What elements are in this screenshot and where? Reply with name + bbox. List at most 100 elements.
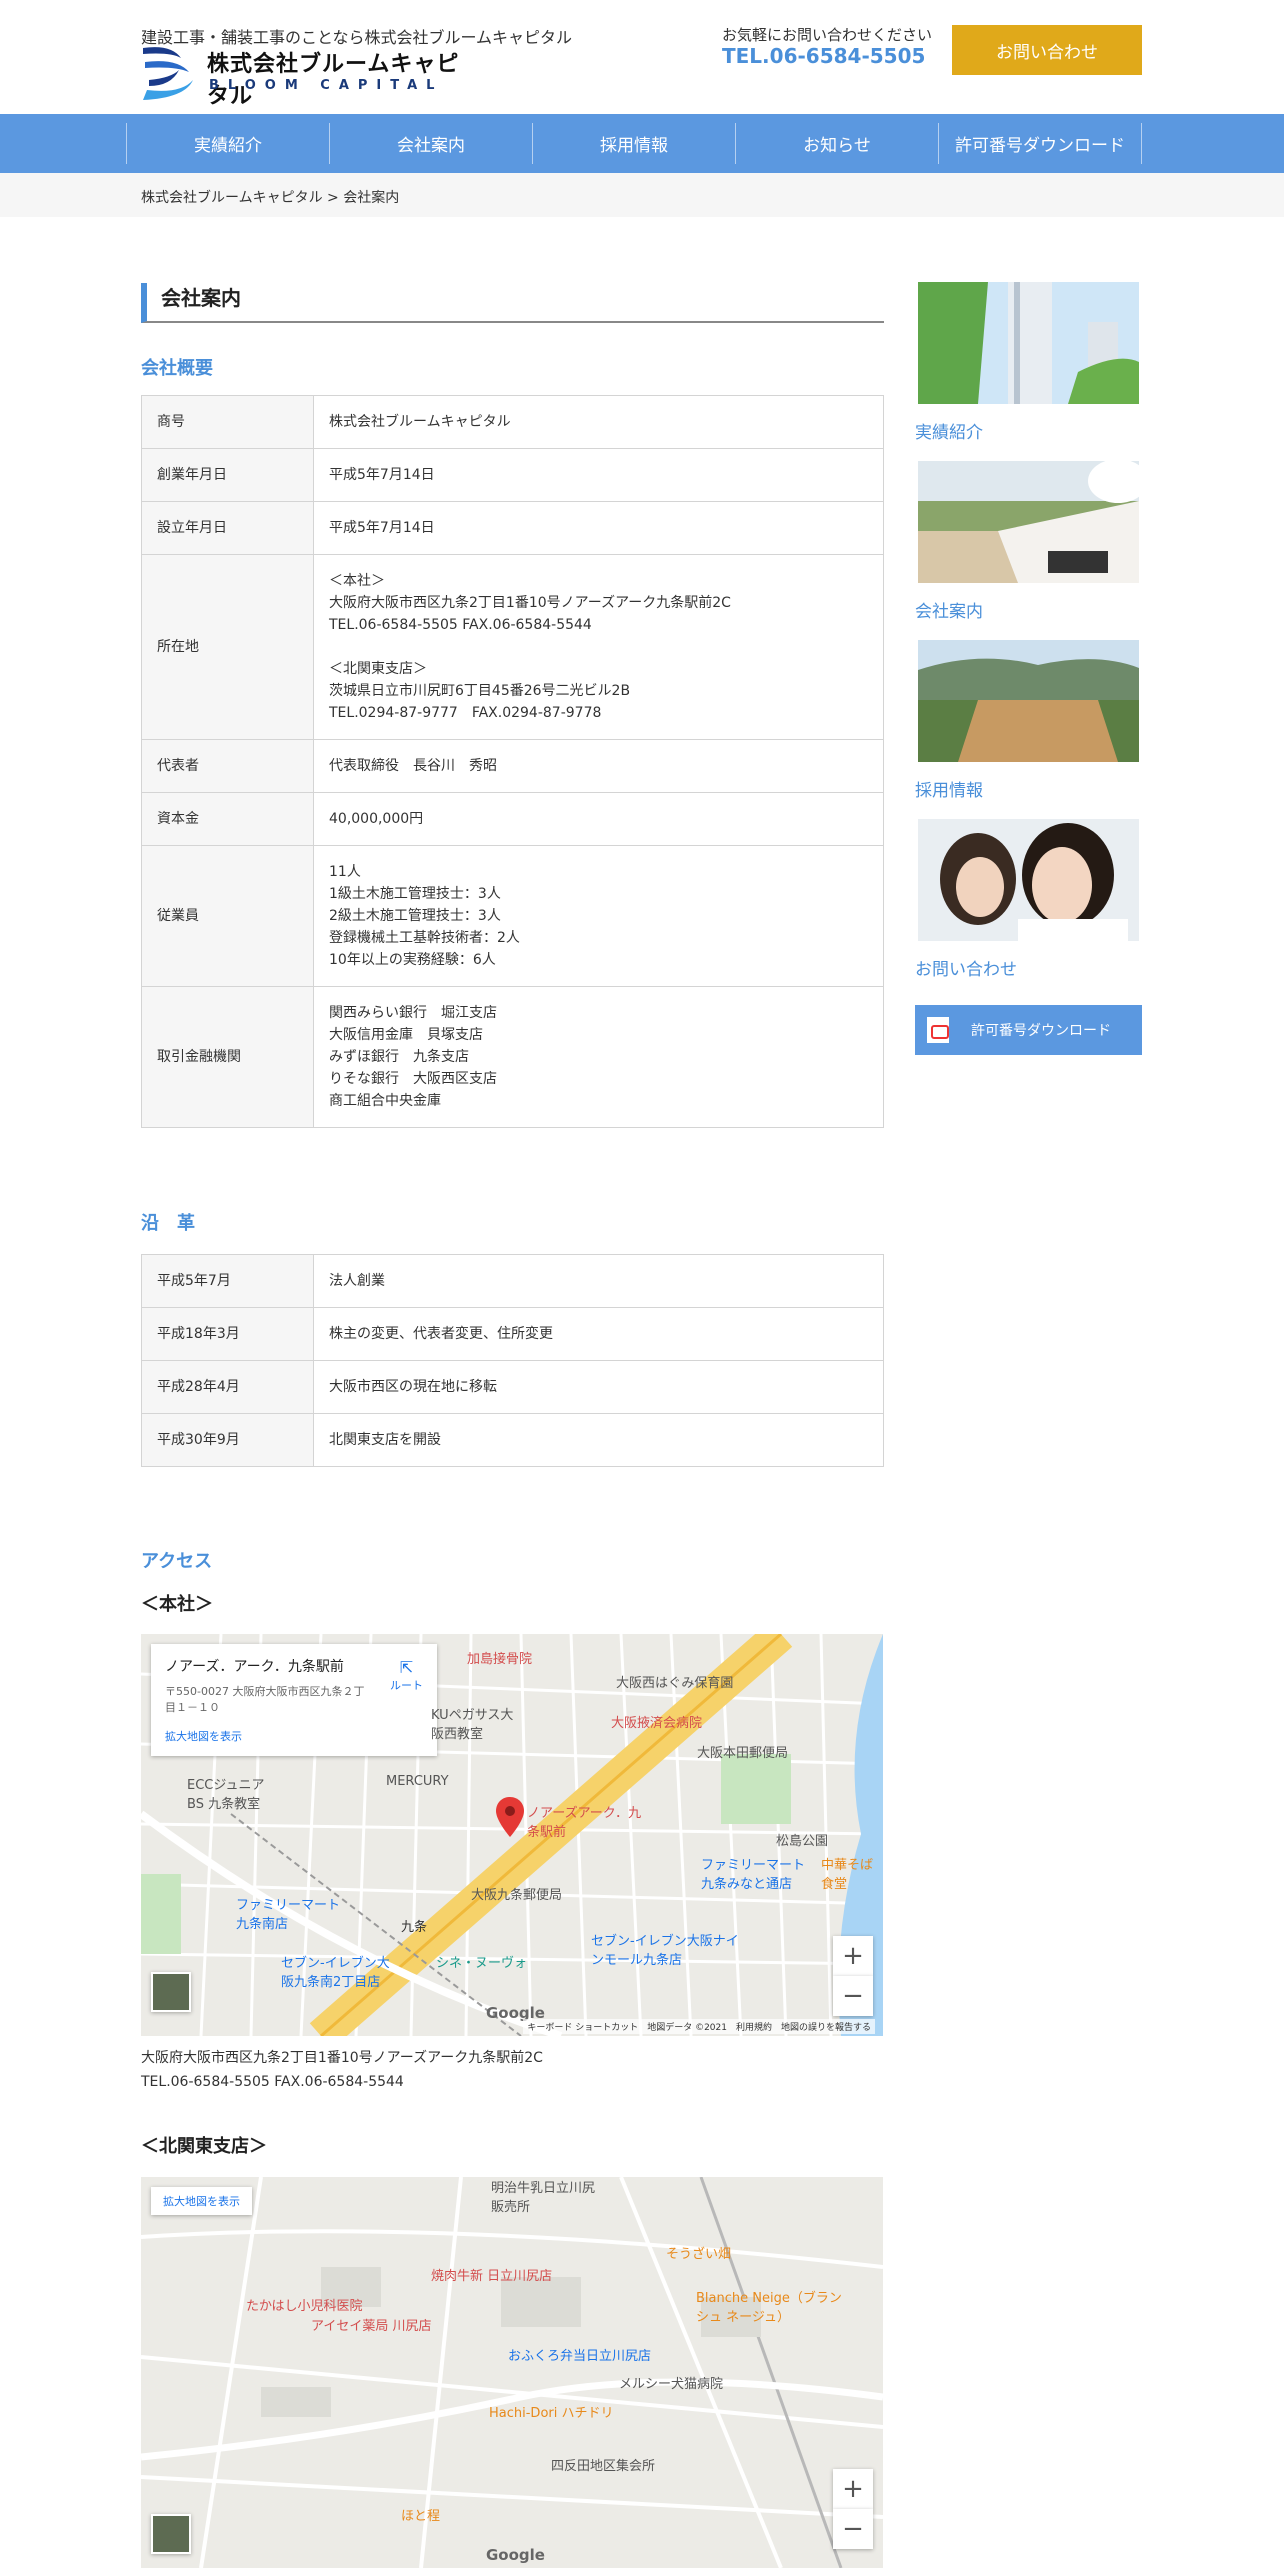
sidebar-item-contact[interactable]: お問い合わせ xyxy=(915,819,1142,980)
head-office-address: 大阪府大阪市西区九条2丁目1番10号ノアーズアーク九条駅前2C xyxy=(141,2050,543,2066)
table-value: 株式会社ブルームキャピタル xyxy=(313,395,884,449)
map-enlarge-link[interactable]: 拡大地図を表示 xyxy=(151,2187,252,2215)
map-zoom-in-button[interactable]: + xyxy=(833,1936,873,1976)
table-row: 資本金 40,000,000円 xyxy=(141,792,884,846)
table-row: 平成18年3月 株主の変更、代表者変更、住所変更 xyxy=(141,1307,884,1361)
sidebar-contact-image xyxy=(918,819,1139,941)
history-section-title: 沿 革 xyxy=(141,1213,195,1234)
overview-section-title: 会社概要 xyxy=(141,358,213,379)
map-label: 焼肉牛新 日立川尻店 xyxy=(431,2269,553,2284)
map-label: ノアーズアーク．九条駅前 xyxy=(527,1806,642,1840)
page-title: 会社案内 xyxy=(141,283,884,323)
table-row: 従業員 11人 1級土木施工管理技士：3人 2級土木施工管理技士：3人 登録機械土… xyxy=(141,845,884,987)
map-pin-icon xyxy=(496,1797,524,1837)
nav-item-recruit[interactable]: 採用情報 xyxy=(532,123,735,164)
google-logo: Google xyxy=(486,2546,545,2564)
table-row: 商号 株式会社ブルームキャピタル xyxy=(141,395,884,449)
head-office-map[interactable]: ノアーズ．アーク．九条駅前 〒550-0027 大阪府大阪市西区九条２丁目１－１… xyxy=(141,1634,883,2036)
table-value: 平成5年7月14日 xyxy=(313,448,884,502)
branch-heading: ＜北関東支店＞ xyxy=(141,2136,267,2157)
table-value: 40,000,000円 xyxy=(313,792,884,846)
map-place-name: ノアーズ．アーク．九条駅前 xyxy=(165,1659,344,1675)
header-contact-button[interactable]: お問い合わせ xyxy=(952,25,1142,75)
map-label: ECCジュニアBS 九条教室 xyxy=(187,1778,265,1812)
contact-note: お気軽にお問い合わせください xyxy=(722,26,933,44)
map-label: 大阪西はぐみ保育園 xyxy=(616,1676,734,1691)
map-label: 大阪掖済会病院 xyxy=(611,1716,703,1731)
table-row: 平成30年9月 北関東支店を開設 xyxy=(141,1413,884,1467)
map-label: 大阪本田郵便局 xyxy=(697,1746,789,1761)
table-label: 代表者 xyxy=(141,739,314,793)
site-logo[interactable]: 株式会社ブルームキャピタル BLOOM CAPITAL xyxy=(141,44,481,109)
table-value: 株主の変更、代表者変更、住所変更 xyxy=(313,1307,884,1361)
map-zoom-out-button[interactable]: − xyxy=(833,1976,873,2016)
sidebar-company-image xyxy=(918,459,1148,583)
route-icon: ⇱ xyxy=(399,1658,414,1677)
table-label: 所在地 xyxy=(141,554,314,740)
table-row: 設立年月日 平成5年7月14日 xyxy=(141,501,884,555)
map-label: セブン-イレブン大阪ナインモール九条店 xyxy=(591,1934,739,1968)
nav-item-news[interactable]: お知らせ xyxy=(735,123,938,164)
table-row: 平成28年4月 大阪市西区の現在地に移転 xyxy=(141,1360,884,1414)
map-label: MERCURY xyxy=(386,1774,449,1789)
map-streets xyxy=(141,2177,883,2568)
nav-item-company[interactable]: 会社案内 xyxy=(329,123,532,164)
map-label: セブン-イレブン大阪九条南2丁目店 xyxy=(281,1956,390,1990)
map-label: アイセイ薬局 川尻店 xyxy=(311,2319,432,2334)
map-label: KUペガサス大阪西教室 xyxy=(431,1708,514,1742)
sidebar-item-recruit[interactable]: 採用情報 xyxy=(915,640,1142,801)
site-header: 建設工事・舗装工事のことなら株式会社ブルームキャピタル 株式会社ブルームキャピタ… xyxy=(0,0,1284,114)
map-label: ほと程 xyxy=(401,2509,441,2524)
map-label: そうざい畑 xyxy=(666,2247,732,2262)
table-label: 平成18年3月 xyxy=(141,1307,314,1361)
sidebar-item-company[interactable]: 会社案内 xyxy=(915,459,1148,622)
map-zoom-in-button[interactable]: + xyxy=(833,2469,873,2509)
sidebar-works-image xyxy=(918,282,1139,404)
breadcrumb-bar: 株式会社ブルームキャピタル > 会社案内 xyxy=(0,173,1284,217)
map-attribution[interactable]: キーボード ショートカット 地図データ ©2021 利用規約 地図の誤りを報告す… xyxy=(523,2019,875,2034)
map-label: たかはし小児科医院 xyxy=(246,2299,363,2314)
map-satellite-toggle[interactable] xyxy=(151,2514,191,2554)
table-label: 取引金融機関 xyxy=(141,986,314,1128)
table-value: 関西みらい銀行 堀江支店 大阪信用金庫 貝塚支店 みずほ銀行 九条支店 りそな銀… xyxy=(313,986,884,1128)
header-phone-link[interactable]: TEL.06-6584-5505 xyxy=(722,44,925,68)
map-label: Blanche Neige（ブランシュ ネージュ） xyxy=(696,2291,842,2325)
table-value: 11人 1級土木施工管理技士：3人 2級土木施工管理技士：3人 登録機械土工基幹… xyxy=(313,845,884,987)
breadcrumb[interactable]: 株式会社ブルームキャピタル > 会社案内 xyxy=(141,187,399,207)
head-office-tel: TEL.06-6584-5505 FAX.06-6584-5544 xyxy=(141,2074,404,2090)
map-label: 四反田地区集会所 xyxy=(551,2459,656,2474)
map-info-card: ノアーズ．アーク．九条駅前 〒550-0027 大阪府大阪市西区九条２丁目１－１… xyxy=(151,1644,437,1756)
map-label: 大阪九条郵便局 xyxy=(471,1888,563,1903)
table-row: 所在地 ＜本社＞ 大阪府大阪市西区九条2丁目1番10号ノアーズアーク九条駅前2C … xyxy=(141,554,884,740)
map-label: ファミリーマート九条南店 xyxy=(236,1898,341,1932)
nav-item-license-download[interactable]: 許可番号ダウンロード xyxy=(938,123,1142,164)
map-satellite-toggle[interactable] xyxy=(151,1972,191,2012)
map-route-link[interactable]: ⇱ ルート xyxy=(390,1658,423,1693)
nav-item-works[interactable]: 実績紹介 xyxy=(126,123,329,164)
sidebar-label: 実績紹介 xyxy=(915,423,983,443)
company-history-table: 平成5年7月 法人創業 平成18年3月 株主の変更、代表者変更、住所変更 平成28年… xyxy=(141,1254,884,1467)
table-value: 代表取締役 長谷川 秀昭 xyxy=(313,739,884,793)
sidebar-label: 会社案内 xyxy=(915,602,983,622)
table-label: 資本金 xyxy=(141,792,314,846)
global-nav: 実績紹介 会社案内 採用情報 お知らせ 許可番号ダウンロード xyxy=(0,114,1284,173)
map-label: ファミリーマート九条みなと通店 xyxy=(701,1858,806,1892)
pdf-icon xyxy=(927,1017,949,1043)
table-label: 創業年月日 xyxy=(141,448,314,502)
map-zoom-out-button[interactable]: − xyxy=(833,2509,873,2549)
table-value: 法人創業 xyxy=(313,1254,884,1308)
map-label: 九条 xyxy=(401,1920,428,1935)
sidebar-item-works[interactable]: 実績紹介 xyxy=(915,282,1142,443)
branch-map[interactable]: 拡大地図を表示 明治牛乳日立川尻販売所 そうざい畑 焼肉牛新 日立川尻店 たかは… xyxy=(141,2177,883,2568)
table-label: 平成28年4月 xyxy=(141,1360,314,1414)
license-download-button[interactable]: 許可番号ダウンロード xyxy=(915,1005,1142,1055)
map-label: 中華そば 食堂 xyxy=(821,1858,874,1892)
table-value: 大阪市西区の現在地に移転 xyxy=(313,1360,884,1414)
table-value: 北関東支店を開設 xyxy=(313,1413,884,1467)
table-value: ＜本社＞ 大阪府大阪市西区九条2丁目1番10号ノアーズアーク九条駅前2C TEL… xyxy=(313,554,884,740)
table-value: 平成5年7月14日 xyxy=(313,501,884,555)
map-enlarge-link[interactable]: 拡大地図を表示 xyxy=(165,1728,423,1744)
map-route-label: ルート xyxy=(390,1679,423,1692)
access-section-title: アクセス xyxy=(141,1551,213,1572)
company-overview-table: 商号 株式会社ブルームキャピタル 創業年月日 平成5年7月14日 設立年月日 平成5年… xyxy=(141,395,884,1128)
